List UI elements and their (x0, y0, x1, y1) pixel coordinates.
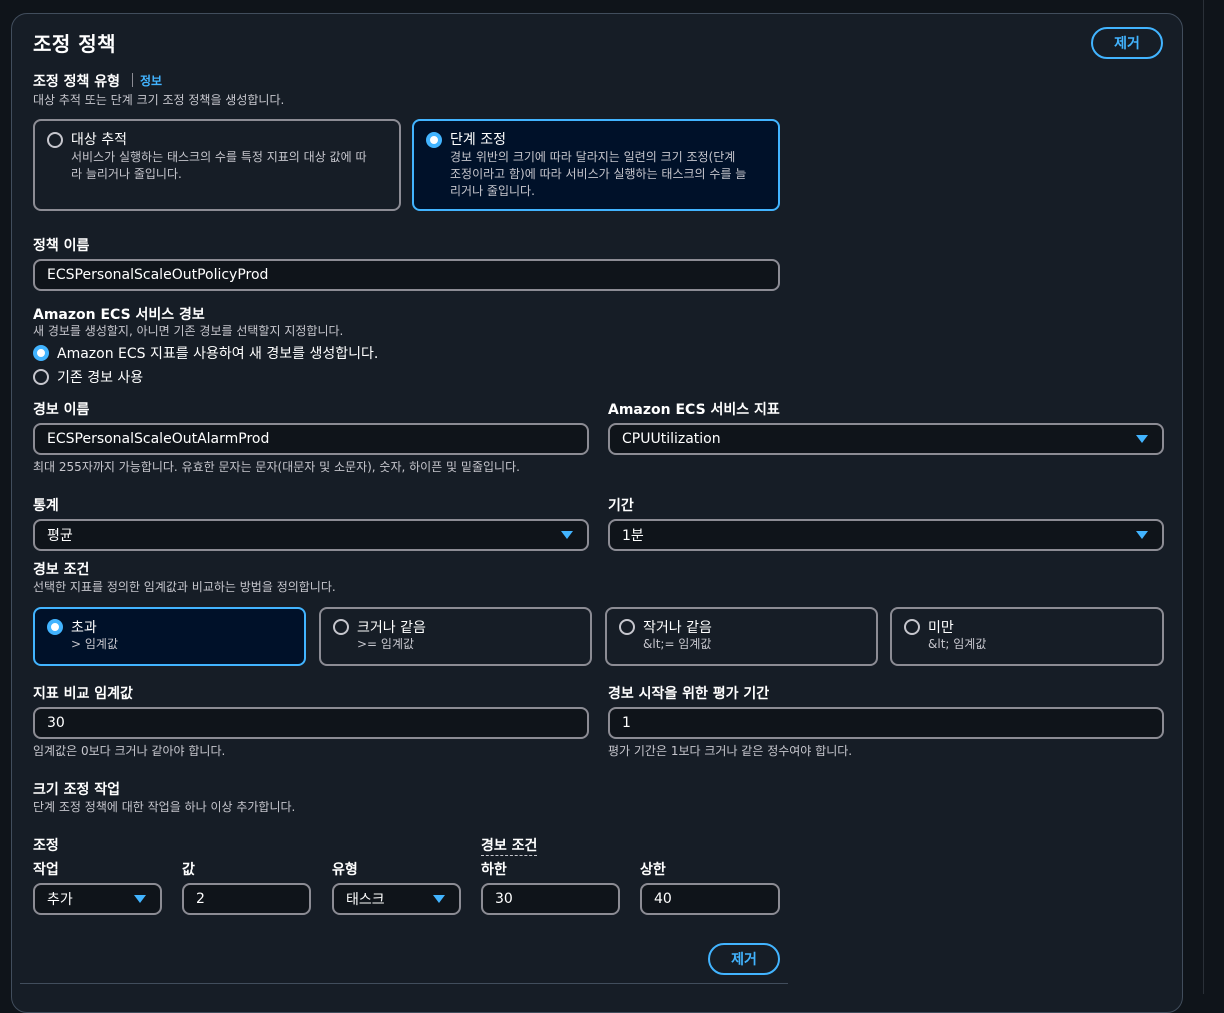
chevron-down-icon (433, 895, 445, 903)
metric-label: Amazon ECS 서비스 지표 (608, 402, 780, 418)
condition-greater-equal-desc: >= 임계값 (357, 637, 415, 651)
step-scaling-desc-3: 리거나 줄입니다. (450, 184, 535, 198)
threshold-hint: 임계값은 0보다 크거나 같아야 합니다. (33, 744, 226, 758)
info-separator (132, 73, 133, 87)
action-select-value: 추가 (47, 892, 73, 908)
chevron-down-icon (1136, 531, 1148, 539)
use-existing-alarm-radio[interactable] (33, 369, 49, 385)
condition-less-tile[interactable]: 미만 &lt; 임계값 (890, 607, 1164, 666)
condition-less-equal-title: 작거나 같음 (643, 620, 712, 636)
eval-periods-hint: 평가 기간은 1보다 크거나 같은 정수여야 합니다. (608, 744, 853, 758)
condition-less-equal-desc: &lt;= 임계값 (643, 637, 712, 651)
target-tracking-radio[interactable] (47, 132, 63, 148)
period-select-value: 1분 (622, 528, 644, 544)
service-alarm-description: 새 경보를 생성할지, 아니면 기존 경보를 선택할지 지정합니다. (33, 324, 344, 338)
condition-less-equal-radio[interactable] (619, 619, 635, 635)
policy-name-input[interactable]: ECSPersonalScaleOutPolicyProd (33, 259, 780, 291)
threshold-input[interactable]: 30 (33, 707, 589, 739)
chevron-down-icon (134, 895, 146, 903)
policy-type-info-link[interactable]: 정보 (140, 72, 162, 89)
period-label: 기간 (608, 498, 634, 514)
condition-greater-title: 초과 (71, 620, 97, 636)
target-tracking-desc-2: 라 늘리거나 줄입니다. (71, 167, 182, 181)
eval-periods-label: 경보 시작을 위한 평가 기간 (608, 686, 770, 702)
adjustment-type-value: 태스크 (346, 892, 385, 908)
condition-greater-equal-radio[interactable] (333, 619, 349, 635)
alarm-condition-group-label: 경보 조건 (481, 835, 538, 856)
condition-less-equal-tile[interactable]: 작거나 같음 &lt;= 임계값 (605, 607, 878, 666)
condition-greater-equal-tile[interactable]: 크거나 같음 >= 임계값 (319, 607, 592, 666)
alarm-name-hint: 최대 255자까지 가능합니다. 유효한 문자는 문자(대문자 및 소문자), … (33, 460, 520, 474)
statistic-select[interactable]: 평균 (33, 519, 589, 551)
service-alarm-label: Amazon ECS 서비스 경보 (33, 307, 205, 323)
policy-name-label: 정책 이름 (33, 238, 90, 254)
remove-policy-button[interactable]: 제거 (1091, 27, 1163, 59)
remove-action-button[interactable]: 제거 (708, 943, 780, 975)
column-type-label: 유형 (332, 862, 358, 878)
metric-select-value: CPUUtilization (622, 431, 721, 447)
policy-type-description: 대상 추적 또는 단계 크기 조정 정책을 생성합니다. (33, 93, 285, 107)
period-select[interactable]: 1분 (608, 519, 1164, 551)
lower-bound-input[interactable]: 30 (481, 883, 620, 915)
page-scroll-rail (1203, 0, 1204, 994)
condition-less-title: 미만 (928, 620, 954, 636)
scaling-actions-description: 단계 조정 정책에 대한 작업을 하나 이상 추가합니다. (33, 800, 296, 814)
upper-bound-input[interactable]: 40 (640, 883, 780, 915)
target-tracking-desc-1: 서비스가 실행하는 태스크의 수를 특정 지표의 대상 값에 따 (71, 150, 367, 164)
adjustment-group-label: 조정 (33, 838, 59, 854)
column-action-label: 작업 (33, 862, 59, 878)
step-scaling-desc-2: 조정이라고 함)에 따라 서비스가 실행하는 태스크의 수를 늘 (450, 167, 747, 181)
adjustment-value-input[interactable]: 2 (182, 883, 311, 915)
adjustment-type-select[interactable]: 태스크 (332, 883, 461, 915)
chevron-down-icon (561, 531, 573, 539)
column-value-label: 값 (182, 862, 195, 878)
policy-type-target-tracking-tile[interactable]: 대상 추적 서비스가 실행하는 태스크의 수를 특정 지표의 대상 값에 따 라… (33, 119, 401, 211)
condition-less-radio[interactable] (904, 619, 920, 635)
alarm-name-input[interactable]: ECSPersonalScaleOutAlarmProd (33, 423, 589, 455)
step-scaling-desc-1: 경보 위반의 크기에 따라 달라지는 일련의 크기 조정(단계 (450, 150, 736, 164)
condition-less-desc: &lt; 임계값 (928, 637, 987, 651)
condition-greater-radio[interactable] (47, 619, 63, 635)
create-new-alarm-label[interactable]: Amazon ECS 지표를 사용하여 새 경보를 생성합니다. (57, 343, 378, 363)
step-scaling-title: 단계 조정 (450, 132, 506, 148)
alarm-condition-description: 선택한 지표를 정의한 임계값과 비교하는 방법을 정의합니다. (33, 580, 336, 594)
scaling-actions-label: 크기 조정 작업 (33, 782, 121, 798)
statistic-select-value: 평균 (47, 528, 73, 544)
policy-type-step-scaling-tile[interactable]: 단계 조정 경보 위반의 크기에 따라 달라지는 일련의 크기 조정(단계 조정… (412, 119, 780, 211)
metric-select[interactable]: CPUUtilization (608, 423, 1164, 455)
use-existing-alarm-label[interactable]: 기존 경보 사용 (57, 367, 143, 387)
condition-greater-equal-title: 크거나 같음 (357, 620, 426, 636)
policy-type-label: 조정 정책 유형 (33, 74, 121, 90)
section-title: 조정 정책 (33, 32, 117, 56)
column-upper-label: 상한 (640, 862, 666, 878)
statistic-label: 통계 (33, 498, 59, 514)
eval-periods-input[interactable]: 1 (608, 707, 1164, 739)
condition-greater-tile[interactable]: 초과 > 임계값 (33, 607, 306, 666)
alarm-name-label: 경보 이름 (33, 402, 90, 418)
chevron-down-icon (1136, 435, 1148, 443)
divider (20, 983, 788, 984)
target-tracking-title: 대상 추적 (71, 132, 127, 148)
threshold-label: 지표 비교 임계값 (33, 686, 133, 702)
create-new-alarm-radio[interactable] (33, 345, 49, 361)
condition-greater-desc: > 임계값 (71, 637, 118, 651)
scaling-policy-panel: 조정 정책 제거 조정 정책 유형 정보 대상 추적 또는 단계 크기 조정 정… (11, 13, 1183, 1013)
action-select[interactable]: 추가 (33, 883, 162, 915)
column-lower-label: 하한 (481, 862, 507, 878)
step-scaling-radio[interactable] (426, 132, 442, 148)
alarm-condition-label: 경보 조건 (33, 562, 90, 578)
